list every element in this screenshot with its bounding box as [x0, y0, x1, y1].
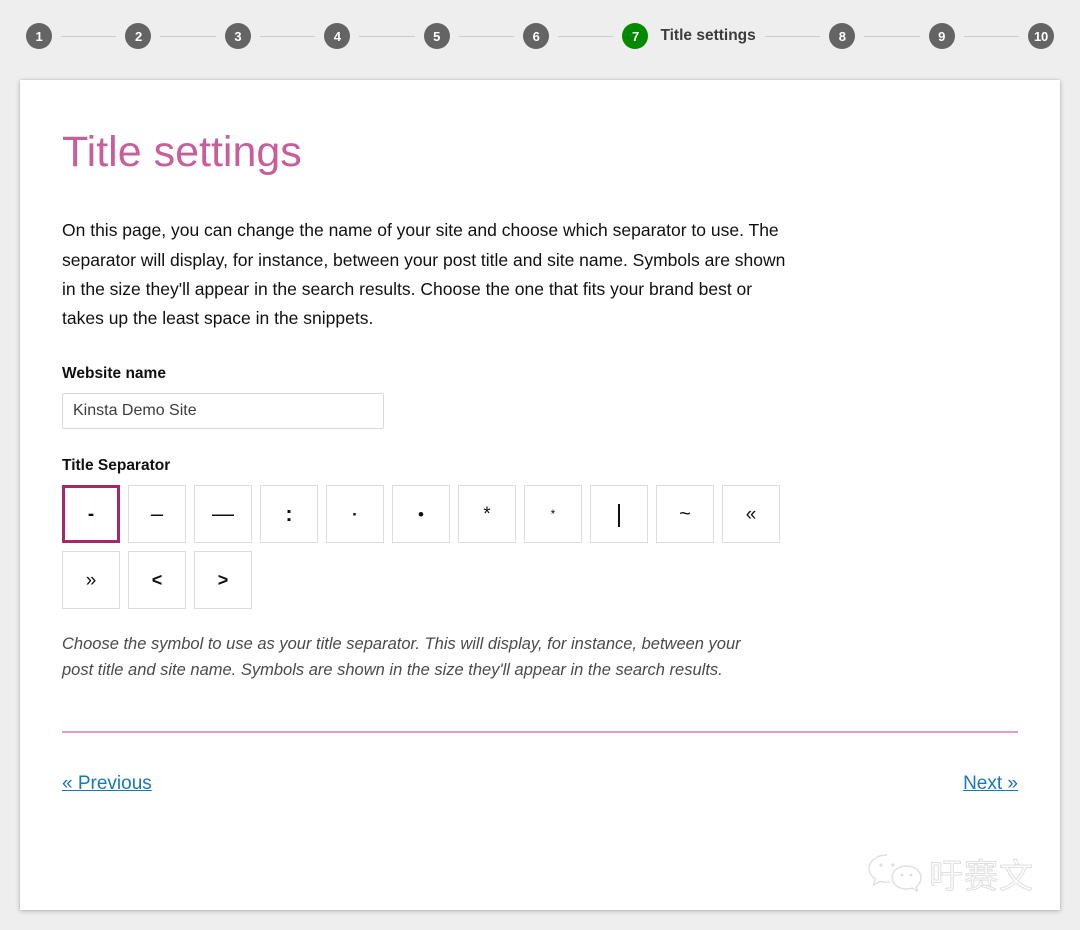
- website-name-label: Website name: [62, 365, 166, 383]
- separator-option-asterisk[interactable]: *: [458, 485, 516, 544]
- step-circle-2[interactable]: 2: [125, 23, 152, 49]
- step-connector: [963, 35, 1019, 37]
- watermark: 吁赛文: [865, 849, 1034, 898]
- stepper-step-2[interactable]: 2: [125, 23, 152, 49]
- separator-glyph-en-dash: –: [150, 501, 164, 527]
- step-circle-4[interactable]: 4: [324, 23, 351, 49]
- footer-navigation: « Previous Next »: [62, 733, 1018, 795]
- separator-glyph-tilde: ~: [679, 503, 691, 526]
- step-label-7: Title settings: [660, 27, 756, 44]
- title-separator-options: - – —: · • * * | ~ « » < >: [62, 485, 1018, 610]
- separator-option-colon[interactable]: :: [260, 485, 318, 544]
- separator-glyph-left-guillemet: «: [745, 503, 757, 525]
- step-circle-8[interactable]: 8: [829, 23, 856, 49]
- stepper-step-3[interactable]: 3: [224, 23, 251, 49]
- wechat-icon: [865, 849, 925, 898]
- step-connector: [764, 35, 821, 37]
- separator-glyph-right-guillemet: »: [85, 569, 97, 591]
- step-connector: [864, 35, 920, 37]
- step-circle-6[interactable]: 6: [523, 23, 550, 49]
- stepper-step-4[interactable]: 4: [324, 23, 351, 49]
- card-content: Title settings On this page, you can cha…: [20, 80, 1060, 683]
- separator-option-pipe[interactable]: |: [590, 485, 648, 544]
- separator-option-right-guillemet[interactable]: »: [62, 551, 120, 610]
- stepper-step-8[interactable]: 8: [829, 23, 856, 49]
- separator-option-en-dash[interactable]: –: [128, 485, 186, 544]
- separator-option-hyphen[interactable]: -: [62, 485, 120, 544]
- separator-option-small-asterisk[interactable]: *: [524, 485, 582, 544]
- step-connector: [458, 35, 515, 37]
- previous-link[interactable]: « Previous: [62, 773, 152, 795]
- separator-glyph-hyphen: -: [87, 503, 95, 525]
- separator-glyph-small-asterisk: *: [550, 507, 556, 522]
- separator-glyph-less-than: <: [151, 570, 163, 591]
- separator-glyph-colon: :: [285, 502, 293, 526]
- wizard-stepper: 1 2 3 4 5 6 7 Title settings 8 9 10: [0, 0, 1080, 72]
- separator-row-2: » < >: [62, 551, 1018, 610]
- watermark-text: 吁赛文: [929, 857, 1034, 898]
- step-connector: [160, 35, 216, 37]
- step-circle-3[interactable]: 3: [224, 23, 251, 49]
- step-connector: [359, 35, 415, 37]
- step-connector: [558, 35, 614, 37]
- stepper-step-5[interactable]: 5: [423, 23, 450, 49]
- stepper-step-7[interactable]: 7 Title settings: [622, 23, 756, 49]
- stepper-step-6[interactable]: 6: [523, 23, 550, 49]
- separator-option-tilde[interactable]: ~: [656, 485, 714, 544]
- website-name-input[interactable]: [62, 393, 384, 430]
- step-connector: [61, 35, 117, 37]
- step-circle-5[interactable]: 5: [423, 23, 450, 49]
- stepper-step-10[interactable]: 10: [1027, 23, 1054, 49]
- step-circle-9[interactable]: 9: [928, 23, 955, 49]
- step-circle-10[interactable]: 10: [1027, 23, 1054, 49]
- step-circle-1[interactable]: 1: [26, 23, 52, 49]
- settings-card: Title settings On this page, you can cha…: [20, 80, 1060, 910]
- separator-option-em-dash[interactable]: —: [194, 485, 252, 544]
- separator-option-left-guillemet[interactable]: «: [722, 485, 780, 544]
- step-circle-7[interactable]: 7: [622, 23, 649, 49]
- separator-row-1: - – —: · • * * | ~ «: [62, 485, 1018, 544]
- title-separator-label: Title Separator: [62, 457, 171, 475]
- next-link[interactable]: Next »: [963, 773, 1018, 795]
- separator-glyph-em-dash: —: [212, 501, 234, 527]
- separator-option-less-than[interactable]: <: [128, 551, 186, 610]
- separator-glyph-pipe: |: [615, 499, 623, 528]
- separator-glyph-asterisk: *: [483, 503, 491, 525]
- separator-option-middle-dot[interactable]: ·: [326, 485, 384, 544]
- separator-option-bullet[interactable]: •: [392, 485, 450, 544]
- intro-paragraph: On this page, you can change the name of…: [62, 220, 786, 329]
- stepper-step-1[interactable]: 1: [26, 23, 52, 49]
- separator-glyph-bullet: •: [418, 504, 424, 524]
- separator-help-text: Choose the symbol to use as your title s…: [62, 635, 741, 680]
- separator-glyph-greater-than: >: [217, 570, 229, 591]
- page-title: Title settings: [62, 128, 302, 176]
- step-connector: [259, 35, 316, 37]
- stepper-step-9[interactable]: 9: [928, 23, 955, 49]
- separator-glyph-middle-dot: ·: [352, 504, 358, 524]
- separator-option-greater-than[interactable]: >: [194, 551, 252, 610]
